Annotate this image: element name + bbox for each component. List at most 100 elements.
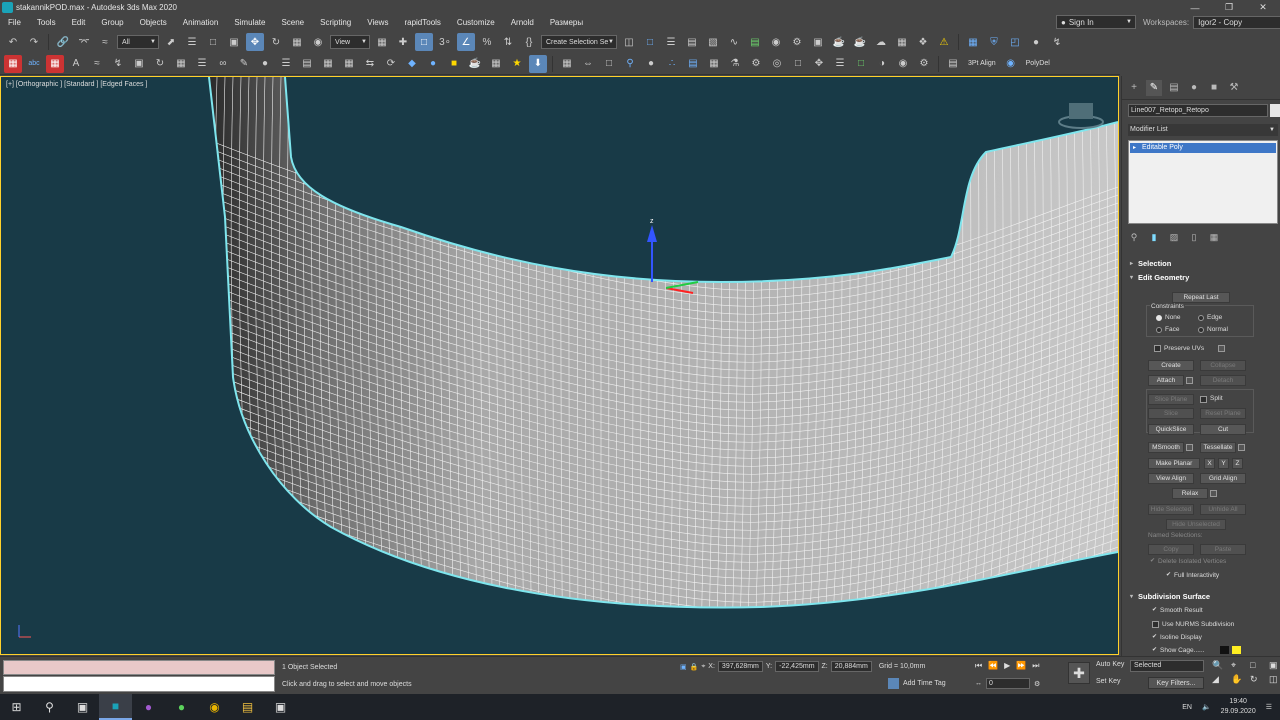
teapot-icon[interactable]: ☕ [466,55,484,73]
planar-y-button[interactable]: Y [1218,458,1229,469]
constraint-normal-radio[interactable] [1198,327,1204,333]
bucket-icon[interactable]: ◰ [1006,33,1024,51]
select-and-rotate-icon[interactable]: ↻ [267,33,285,51]
twist-icon[interactable]: ⟳ [382,55,400,73]
text-tool-icon[interactable]: A [67,55,85,73]
select-by-name-icon[interactable]: ☰ [183,33,201,51]
constraint-face-radio[interactable] [1156,327,1162,333]
selection-filter-dropdown[interactable]: All ▼ [117,35,159,49]
swap-icon[interactable]: ⇆ [361,55,379,73]
relax-button[interactable]: Relax [1172,488,1208,499]
attach-settings-button[interactable] [1186,377,1193,384]
menu-tools[interactable]: Tools [29,18,64,27]
settings-icon[interactable]: ⚙ [915,55,933,73]
select-object-icon[interactable]: ⬈ [162,33,180,51]
lock-icon[interactable]: 🔒 [690,663,699,671]
link-icon[interactable]: 🔗 [54,33,72,51]
isoline-display-checkbox[interactable]: ✔ [1152,634,1158,640]
select-and-move-icon[interactable]: ✥ [246,33,264,51]
create-tab-icon[interactable]: + [1126,80,1142,96]
circle-target-icon[interactable]: ◎ [768,55,786,73]
toggle-scene-explorer-icon[interactable]: ☰ [662,33,680,51]
menu-customize[interactable]: Customize [449,18,503,27]
document-icon[interactable]: ▤ [298,55,316,73]
constraint-none-radio[interactable] [1156,315,1162,321]
hide-selected-button[interactable]: Hide Selected [1148,504,1194,515]
down-arrow-icon[interactable]: ⬇ [529,54,547,73]
rendered-frame-window-icon[interactable]: ▣ [809,33,827,51]
hierarchy-tab-icon[interactable]: ▤ [1166,80,1182,96]
toggle-ribbon-icon[interactable]: ▧ [704,33,722,51]
unlink-icon[interactable]: ⌤ [75,33,93,51]
cube-yellow-icon[interactable]: ■ [445,55,463,73]
isolate-selection-icon[interactable]: ▣ [680,663,687,671]
rect-green-icon[interactable]: □ [852,55,870,73]
editbox-icon[interactable]: ▤ [944,55,962,73]
viewport-orthographic[interactable]: z [+] [Orthographic ] [Standard ] [Edged… [0,76,1119,655]
create-button[interactable]: Create [1148,360,1194,371]
grid-align-button[interactable]: Grid Align [1200,473,1246,484]
preserve-uvs-checkbox[interactable] [1154,345,1161,352]
search-icon[interactable]: ⚲ [33,694,66,720]
modify-tab-icon[interactable]: ✎ [1146,79,1162,96]
menu-edit[interactable]: Edit [64,18,94,27]
menu-simulate[interactable]: Simulate [226,18,273,27]
tessellate-button[interactable]: Tessellate [1200,442,1236,453]
select-and-scale-icon[interactable]: ▦ [288,33,306,51]
show-end-result-icon[interactable]: ▮ [1148,231,1160,243]
menu-scripting[interactable]: Scripting [312,18,359,27]
next-frame-icon[interactable]: ⏩ [1016,661,1026,671]
file-explorer-icon[interactable]: ▤ [231,694,264,720]
zoom-all-icon[interactable]: ⌖ [1231,660,1247,671]
render-production-icon[interactable]: ☕ [830,33,848,51]
green-app-icon[interactable]: ● [165,694,198,720]
percent-snap-icon[interactable]: % [478,33,496,51]
checkerboard-icon[interactable]: ▦ [487,55,505,73]
zoom-extents-all-icon[interactable]: ▣ [1269,660,1280,671]
maxscript-listener-output[interactable] [3,660,275,675]
brush-icon[interactable]: ● [256,55,274,73]
use-nurms-checkbox[interactable] [1152,621,1159,628]
set-key-big-icon[interactable]: ✚ [1068,662,1090,684]
menu-file[interactable]: File [0,18,29,27]
refresh-icon[interactable]: ↻ [151,55,169,73]
noise-icon[interactable]: ▦ [340,55,358,73]
notifications-icon[interactable]: ☰ [1266,703,1272,711]
render-iterative-icon[interactable]: ☕ [851,33,869,51]
reset-plane-button[interactable]: Reset Plane [1200,408,1246,419]
pin-icon[interactable]: ⚲ [621,55,639,73]
planar-z-button[interactable]: Z [1232,458,1243,469]
script-red-icon[interactable]: ▦ [4,54,22,73]
copy-button[interactable]: Copy [1148,544,1194,555]
modifier-list-dropdown[interactable]: Modifier List ▼ [1128,124,1278,136]
redo-icon[interactable]: ↷ [25,33,43,51]
abc-icon[interactable]: abc [25,55,43,73]
snaps-toggle-icon[interactable]: 3∘ [436,33,454,51]
view-align-button[interactable]: View Align [1148,473,1194,484]
sphere-blue-icon[interactable]: ● [424,55,442,73]
display-tab-icon[interactable]: ■ [1206,80,1222,96]
edit-named-selection-icon[interactable]: {} [520,33,538,51]
curve-editor-icon[interactable]: ∿ [725,33,743,51]
viewport-label[interactable]: [+] [Orthographic ] [Standard ] [Edged F… [6,81,147,88]
dotted-select-icon[interactable]: □ [600,55,618,73]
zoom-extents-icon[interactable]: □ [1250,660,1266,671]
auto-key-button[interactable]: Auto Key [1096,661,1124,668]
preserve-uvs-settings-button[interactable] [1218,345,1225,352]
menu-arnold[interactable]: Arnold [503,18,542,27]
minimize-button[interactable]: — [1178,0,1212,15]
wave-icon[interactable]: ≈ [88,55,106,73]
sign-in-dropdown[interactable]: ● Sign In ▼ [1056,15,1136,29]
camera-icon[interactable]: ◉ [894,55,912,73]
spinner-snap-icon[interactable]: ⇅ [499,33,517,51]
menu-razmery[interactable]: Размеры [542,18,591,27]
menu-scene[interactable]: Scene [273,18,312,27]
layer-explorer-icon[interactable]: ▤ [683,33,701,51]
key-selection-dropdown[interactable]: Selected [1130,660,1204,672]
key-filters-button[interactable]: Key Filters... [1148,677,1204,689]
go-to-end-icon[interactable]: ⏭ [1032,661,1039,671]
configure-sets-icon[interactable]: ▦ [1208,231,1220,243]
y-coordinate-field[interactable]: -22,425mm [775,661,819,672]
lamp-icon[interactable]: ◑ [873,55,891,73]
time-configuration-icon[interactable]: ⚙ [1034,680,1040,688]
